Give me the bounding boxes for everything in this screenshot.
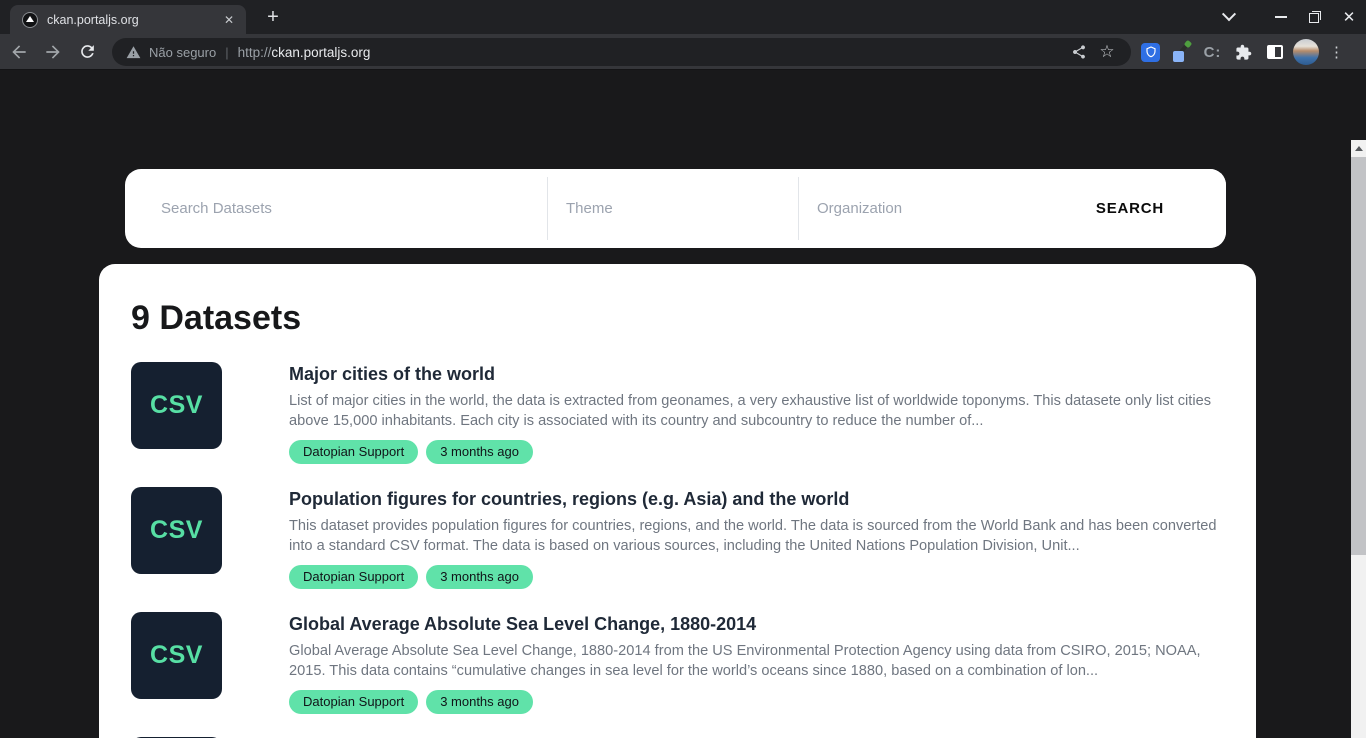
- bitwarden-extension-icon[interactable]: [1135, 37, 1166, 68]
- forward-button[interactable]: [38, 37, 68, 67]
- new-tab-button[interactable]: +: [258, 4, 288, 32]
- dataset-list-item: CSV Population figures for countries, re…: [131, 487, 1222, 589]
- dataset-badges: Datopian Support 3 months ago: [289, 440, 1222, 464]
- datasets-results-card: 9 Datasets CSV Major cities of the world…: [99, 264, 1256, 738]
- organization-input[interactable]: [817, 200, 1034, 217]
- extensions-area: C: ⋮: [1135, 34, 1352, 70]
- url-host: ckan.portaljs.org: [271, 45, 370, 60]
- scroll-up-arrow-icon[interactable]: [1351, 140, 1366, 156]
- organization-field-wrap: [799, 169, 1034, 248]
- dataset-title-link[interactable]: Major cities of the world: [289, 362, 1222, 386]
- dataset-search-bar: SEARCH: [125, 169, 1226, 248]
- restore-button[interactable]: [1298, 0, 1332, 34]
- dataset-description: List of major cities in the world, the d…: [289, 391, 1222, 431]
- sidebar-extension-icon[interactable]: [1259, 37, 1290, 68]
- site-favicon-icon: [22, 12, 38, 28]
- window-menu-chevron-icon[interactable]: [1212, 0, 1246, 34]
- scrollbar-thumb[interactable]: [1351, 157, 1366, 555]
- organization-badge: Datopian Support: [289, 690, 418, 714]
- browser-menu-kebab-icon[interactable]: ⋮: [1321, 37, 1352, 68]
- dataset-description: This dataset provides population figures…: [289, 516, 1222, 556]
- dataset-title-link[interactable]: Global Average Absolute Sea Level Change…: [289, 612, 1222, 636]
- close-button[interactable]: ✕: [1332, 0, 1366, 34]
- dataset-list-item: CSV Global Average Absolute Sea Level Ch…: [131, 612, 1222, 714]
- results-count-heading: 9 Datasets: [131, 296, 1222, 340]
- profile-avatar[interactable]: [1290, 37, 1321, 68]
- url-scheme: http://: [238, 45, 272, 60]
- colorzilla-extension-icon[interactable]: C:: [1197, 37, 1228, 68]
- organization-badge: Datopian Support: [289, 440, 418, 464]
- theme-input[interactable]: [566, 200, 798, 217]
- dataset-badges: Datopian Support 3 months ago: [289, 565, 1222, 589]
- browser-toolbar: Não seguro | http:// ckan.portaljs.org ☆…: [0, 34, 1366, 70]
- updated-badge: 3 months ago: [426, 440, 533, 464]
- share-icon[interactable]: [1065, 38, 1093, 66]
- csv-format-icon[interactable]: CSV: [131, 487, 222, 574]
- security-warning-label: Não seguro: [149, 45, 216, 60]
- updated-badge: 3 months ago: [426, 565, 533, 589]
- eyedropper-extension-icon[interactable]: [1166, 37, 1197, 68]
- bookmark-star-icon[interactable]: ☆: [1093, 38, 1121, 66]
- extensions-puzzle-icon[interactable]: [1228, 37, 1259, 68]
- dataset-title-link[interactable]: Population figures for countries, region…: [289, 487, 1222, 511]
- updated-badge: 3 months ago: [426, 690, 533, 714]
- csv-format-icon[interactable]: CSV: [131, 362, 222, 449]
- tab-title: ckan.portaljs.org: [47, 13, 220, 27]
- browser-window: ckan.portaljs.org ✕ + ✕ Não seguro | htt: [0, 0, 1366, 738]
- page-viewport: SEARCH 9 Datasets CSV Major cities of th…: [0, 70, 1366, 738]
- tab-strip: ckan.portaljs.org ✕ + ✕: [0, 0, 1366, 34]
- address-bar[interactable]: Não seguro | http:// ckan.portaljs.org ☆: [112, 38, 1131, 66]
- browser-tab[interactable]: ckan.portaljs.org ✕: [10, 5, 246, 34]
- omnibox-separator: |: [225, 45, 228, 60]
- search-button[interactable]: SEARCH: [1034, 169, 1226, 248]
- dataset-description: Global Average Absolute Sea Level Change…: [289, 641, 1222, 681]
- window-controls: ✕: [1212, 0, 1366, 34]
- dataset-list-item: CSV Major cities of the world List of ma…: [131, 362, 1222, 464]
- search-datasets-input[interactable]: [161, 200, 547, 217]
- refresh-button[interactable]: [72, 37, 102, 67]
- theme-field-wrap: [548, 169, 798, 248]
- tab-close-icon[interactable]: ✕: [220, 11, 238, 29]
- csv-format-icon[interactable]: CSV: [131, 612, 222, 699]
- search-field-wrap: [125, 169, 547, 248]
- back-button[interactable]: [4, 37, 34, 67]
- organization-badge: Datopian Support: [289, 565, 418, 589]
- page-scrollbar[interactable]: [1351, 140, 1366, 738]
- dataset-badges: Datopian Support 3 months ago: [289, 690, 1222, 714]
- minimize-button[interactable]: [1264, 0, 1298, 34]
- security-warning-icon[interactable]: [126, 45, 141, 60]
